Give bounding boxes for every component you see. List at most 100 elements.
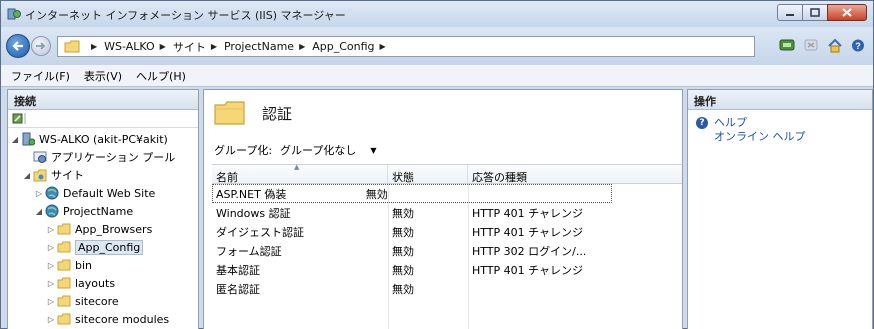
expand-arrow-icon[interactable]: ▷ (46, 279, 56, 288)
table-row[interactable]: 匿名認証 無効 (212, 279, 682, 298)
expand-arrow-icon[interactable]: ▷ (46, 243, 56, 252)
stop-button[interactable] (803, 37, 819, 53)
forward-button[interactable] (31, 36, 51, 56)
column-header-label: 状態 (392, 171, 414, 184)
table-row[interactable]: ASP.NET 偽装 無効 (212, 184, 612, 203)
authentication-table: ▲ 名前 状態 応答の種類 ASP.NET 偽装 無効 Windows 認証 無… (212, 163, 682, 298)
expand-arrow-icon[interactable]: ▷ (46, 225, 56, 234)
expand-arrow-icon[interactable]: ▷ (46, 315, 56, 324)
connect-icon[interactable] (12, 112, 28, 125)
cell-name: 匿名認証 (216, 282, 260, 296)
expand-arrow-icon[interactable]: ▷ (46, 261, 56, 270)
tree-item-app-pools[interactable]: アプリケーション プール (8, 148, 198, 166)
folder-icon (56, 222, 72, 236)
expand-arrow-icon[interactable]: ▷ (46, 297, 56, 306)
maximize-button[interactable] (802, 4, 828, 21)
arrow-left-icon (12, 41, 23, 51)
toolbar-right: ? (771, 37, 867, 53)
menu-file[interactable]: ファイル(F) (11, 68, 70, 84)
feature-header: 認証 (214, 100, 292, 126)
breadcrumb-item-project[interactable]: ProjectName (224, 40, 294, 53)
action-online-help[interactable]: オンライン ヘルプ (696, 130, 872, 144)
tree-item-server[interactable]: ◢ WS-ALKO (akit-PC¥akit) (8, 130, 198, 148)
actions-pane: 操作 ? ヘルプ オンライン ヘルプ (687, 89, 873, 329)
folder-icon (64, 40, 80, 53)
menu-view[interactable]: 表示(V) (84, 68, 122, 84)
connections-pane: 接続 ◢ WS-ALKO (akit-PC¥akit) アプリケーション プール… (7, 89, 199, 329)
arrow-right-icon (36, 42, 46, 50)
group-by-label: グループ化: (214, 144, 273, 157)
globe-icon (44, 204, 60, 218)
window-title: インターネット インフォメーション サービス (IIS) マネージャー (25, 9, 346, 22)
column-header-label: 応答の種類 (472, 171, 527, 184)
table-row[interactable]: ダイジェスト認証 無効 HTTP 401 チャレンジ (212, 222, 682, 241)
expand-arrow-icon[interactable]: ▷ (34, 189, 44, 198)
tree-item-default-web-site[interactable]: ▷ Default Web Site (8, 184, 198, 202)
menu-help[interactable]: ヘルプ(H) (136, 68, 186, 84)
chevron-right-icon: ▶ (159, 42, 166, 51)
action-help-label[interactable]: ヘルプ (714, 116, 747, 130)
folder-icon (56, 276, 72, 290)
cell-status: 無効 (392, 263, 414, 277)
tree-label: WS-ALKO (akit-PC¥akit) (39, 132, 168, 146)
table-row[interactable]: フォーム認証 無効 HTTP 302 ログイン/... (212, 241, 682, 260)
chevron-right-icon: ▶ (210, 42, 217, 51)
tree-item-project-name[interactable]: ◢ ProjectName (8, 202, 198, 220)
breadcrumb-item-sites[interactable]: サイト (173, 39, 206, 55)
collapse-arrow-icon[interactable]: ◢ (34, 207, 44, 216)
home-button[interactable] (827, 37, 843, 53)
table-row[interactable]: 基本認証 無効 HTTP 401 チャレンジ (212, 260, 682, 279)
back-button[interactable] (6, 34, 30, 58)
folder-icon (214, 101, 245, 125)
chevron-down-icon[interactable]: ▼ (370, 146, 376, 155)
group-by-control[interactable]: グループ化: グループ化なし ▼ (214, 142, 377, 158)
cell-name: Windows 認証 (216, 206, 291, 220)
action-help[interactable]: ? ヘルプ (696, 116, 872, 130)
column-header-name[interactable]: ▲ 名前 (212, 163, 388, 184)
tree-label: アプリケーション プール (51, 151, 176, 164)
table-header: ▲ 名前 状態 応答の種類 (212, 163, 682, 184)
connections-pane-title: 接続 (8, 90, 198, 110)
tree-item-sitecore[interactable]: ▷ sitecore (8, 292, 198, 310)
cell-status: 無効 (392, 206, 414, 220)
breadcrumb[interactable]: ▶ WS-ALKO ▶ サイト ▶ ProjectName ▶ App_Conf… (57, 36, 755, 57)
cell-status: 無効 (392, 244, 414, 258)
column-header-response-type[interactable]: 応答の種類 (468, 165, 682, 184)
connections-tree: ◢ WS-ALKO (akit-PC¥akit) アプリケーション プール ◢ … (8, 128, 198, 328)
tree-label: sitecore modules (75, 312, 170, 326)
tree-item-bin[interactable]: ▷ bin (8, 256, 198, 274)
tree-item-app-browsers[interactable]: ▷ App_Browsers (8, 220, 198, 238)
connect-button[interactable] (779, 37, 795, 53)
action-online-help-label[interactable]: オンライン ヘルプ (714, 130, 806, 144)
group-by-select[interactable]: グループ化なし (280, 142, 356, 158)
chevron-right-icon: ▶ (379, 42, 386, 51)
tree-item-app-config[interactable]: ▷ App_Config (8, 238, 198, 256)
folder-icon (56, 294, 72, 308)
help-icon: ? (852, 39, 864, 51)
help-button[interactable]: ? (851, 37, 867, 53)
app-pool-icon (32, 150, 48, 164)
tree-item-layouts[interactable]: ▷ layouts (8, 274, 198, 292)
help-icon: ? (696, 117, 708, 129)
breadcrumb-item-server[interactable]: WS-ALKO (104, 40, 155, 53)
close-button[interactable] (827, 4, 867, 21)
column-header-status[interactable]: 状態 (388, 165, 468, 184)
network-icon (779, 39, 795, 51)
sites-folder-icon (32, 168, 48, 182)
minimize-button[interactable] (777, 4, 803, 21)
tree-label: App_Config (75, 239, 144, 255)
maximize-icon (810, 8, 820, 17)
breadcrumb-item-app-config[interactable]: App_Config (312, 40, 374, 53)
tree-item-sitecore-modules[interactable]: ▷ sitecore modules (8, 310, 198, 328)
column-divider (468, 184, 469, 329)
tree-item-sites[interactable]: ◢ サイト (8, 166, 198, 184)
address-bar: ▶ WS-ALKO ▶ サイト ▶ ProjectName ▶ App_Conf… (1, 27, 873, 65)
close-icon (842, 8, 852, 17)
table-row[interactable]: Windows 認証 無効 HTTP 401 チャレンジ (212, 203, 682, 222)
chevron-right-icon: ▶ (91, 42, 98, 51)
tree-label: sitecore (75, 294, 119, 308)
collapse-arrow-icon[interactable]: ◢ (10, 135, 20, 144)
collapse-arrow-icon[interactable]: ◢ (22, 171, 32, 180)
chevron-right-icon: ▶ (299, 42, 306, 51)
title-bar: インターネット インフォメーション サービス (IIS) マネージャー (1, 1, 873, 27)
